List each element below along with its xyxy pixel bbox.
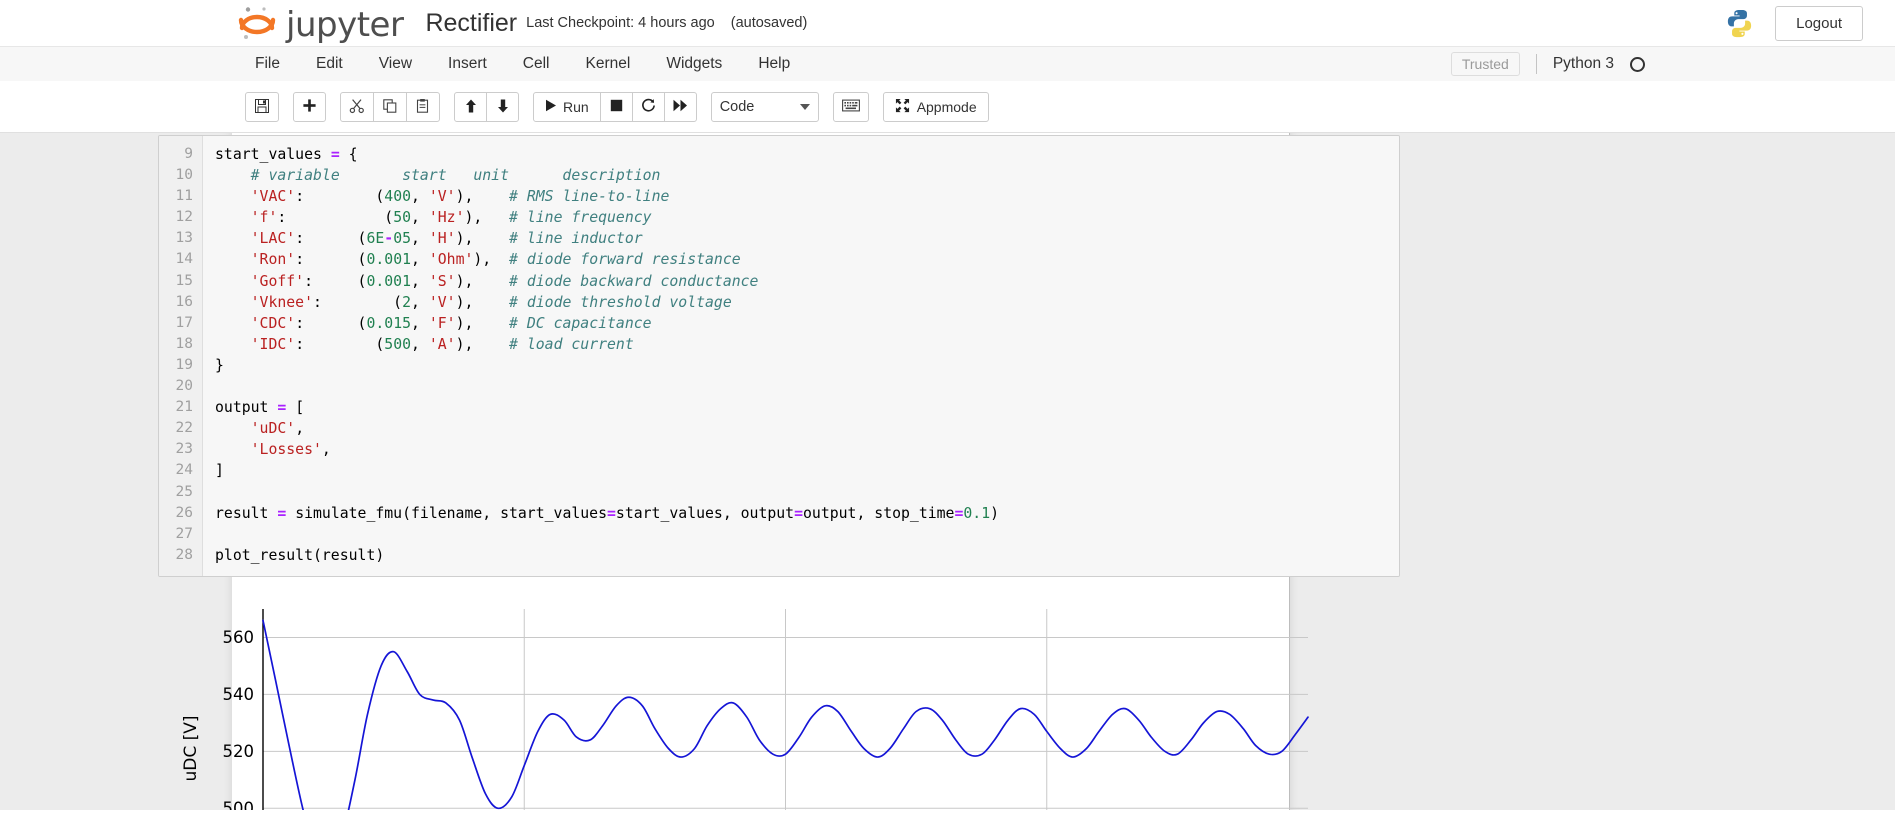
notebook-scroll-body[interactable]: 9 10 11 12 13 14 15 16 17 18 19 20 21 22… <box>0 133 1895 810</box>
divider <box>1535 54 1537 74</box>
jupyter-wordmark: jupyter <box>286 5 404 45</box>
code-cell-input-area[interactable]: 9 10 11 12 13 14 15 16 17 18 19 20 21 22… <box>158 135 1400 577</box>
python-logo-icon <box>1724 8 1755 39</box>
edit-group <box>340 92 440 122</box>
udc-plot-svg: 480500520540560uDC [V] <box>181 609 1309 810</box>
paste-button[interactable] <box>406 92 440 122</box>
menubar-container: File Edit View Insert Cell Kernel Widget… <box>0 46 1895 81</box>
save-floppy-icon <box>254 98 270 117</box>
stop-square-icon <box>610 99 623 115</box>
paste-icon <box>415 98 431 117</box>
command-palette-group <box>832 92 869 122</box>
notebook-title[interactable]: Rectifier <box>425 9 517 38</box>
menu-insert[interactable]: Insert <box>430 47 505 81</box>
run-cell-button[interactable]: Run <box>533 92 601 122</box>
last-checkpoint-label: Last Checkpoint: 4 hours ago <box>526 15 715 31</box>
appmode-label: Appmode <box>916 99 977 115</box>
plus-icon <box>302 98 317 116</box>
copy-button[interactable] <box>373 92 407 122</box>
insert-cell-group <box>293 92 326 122</box>
jupyter-planet-icon <box>237 6 277 40</box>
restart-kernel-button[interactable] <box>631 92 665 122</box>
kernel-idle-circle-icon[interactable] <box>1630 56 1645 72</box>
copy-icon <box>382 98 398 117</box>
menu-help[interactable]: Help <box>740 47 808 81</box>
code-cell-output-area: 480500520540560uDC [V] <box>158 603 1400 810</box>
cell-type-value: Code <box>719 99 755 115</box>
y-axis-label: uDC [V] <box>181 715 201 781</box>
menu-widgets[interactable]: Widgets <box>648 47 740 81</box>
menu-file[interactable]: File <box>237 47 298 81</box>
insert-cell-below-button[interactable] <box>293 92 326 122</box>
code-cell[interactable]: 9 10 11 12 13 14 15 16 17 18 19 20 21 22… <box>158 135 1400 577</box>
y-axis-tick-label: 500 <box>223 799 255 810</box>
logout-button[interactable]: Logout <box>1775 5 1863 41</box>
y-axis-tick-label: 520 <box>223 742 255 761</box>
play-icon <box>545 99 557 115</box>
save-button[interactable] <box>245 92 279 122</box>
y-axis-tick-label: 560 <box>223 628 255 647</box>
notebook-header: jupyter Rectifier Last Checkpoint: 4 hou… <box>0 0 1895 46</box>
menubar-right-status: Trusted Python 3 <box>1450 47 1645 81</box>
arrow-up-icon <box>464 98 478 117</box>
interrupt-kernel-button[interactable] <box>599 92 633 122</box>
arrow-down-icon <box>496 98 510 117</box>
keyboard-icon <box>841 99 860 115</box>
run-button-label: Run <box>563 99 589 115</box>
restart-circle-icon <box>641 98 656 116</box>
move-cell-down-button[interactable] <box>486 92 519 122</box>
appmode-button[interactable]: Appmode <box>882 92 989 122</box>
menu-view[interactable]: View <box>361 47 430 81</box>
run-control-group: Run <box>533 92 697 122</box>
restart-and-run-all-button[interactable] <box>663 92 697 122</box>
jupyter-logo[interactable]: jupyter <box>237 5 404 45</box>
notebook-toolbar: Run Code Appmode <box>0 81 1895 133</box>
scissors-icon <box>349 98 365 117</box>
cell-type-select[interactable]: Code <box>710 92 819 122</box>
trusted-badge[interactable]: Trusted <box>1450 52 1520 76</box>
udc-plot: 480500520540560uDC [V] <box>158 603 1338 810</box>
chevron-down-icon <box>799 104 810 110</box>
cut-button[interactable] <box>340 92 374 122</box>
header-right-controls: Logout <box>1724 0 1863 46</box>
menu-edit[interactable]: Edit <box>298 47 361 81</box>
move-cell-group <box>454 92 519 122</box>
y-axis-tick-label: 540 <box>223 685 255 704</box>
menu-cell[interactable]: Cell <box>505 47 568 81</box>
appmode-expand-icon <box>895 98 910 116</box>
jupyter-notebook-app: jupyter Rectifier Last Checkpoint: 4 hou… <box>0 0 1895 815</box>
fast-forward-icon <box>673 99 688 115</box>
move-cell-up-button[interactable] <box>454 92 487 122</box>
kernel-indicator-name: Python 3 <box>1552 55 1614 72</box>
menu-kernel[interactable]: Kernel <box>568 47 649 81</box>
code-editor[interactable]: start_values = { # variable start unit d… <box>203 136 1399 576</box>
appmode-group: Appmode <box>882 92 989 122</box>
open-command-palette-button[interactable] <box>832 92 869 122</box>
code-line-numbers: 9 10 11 12 13 14 15 16 17 18 19 20 21 22… <box>159 136 203 576</box>
autosave-status: (autosaved) <box>730 15 808 31</box>
save-group <box>245 92 279 122</box>
toolbar-container: Run Code Appmode <box>0 81 1895 133</box>
